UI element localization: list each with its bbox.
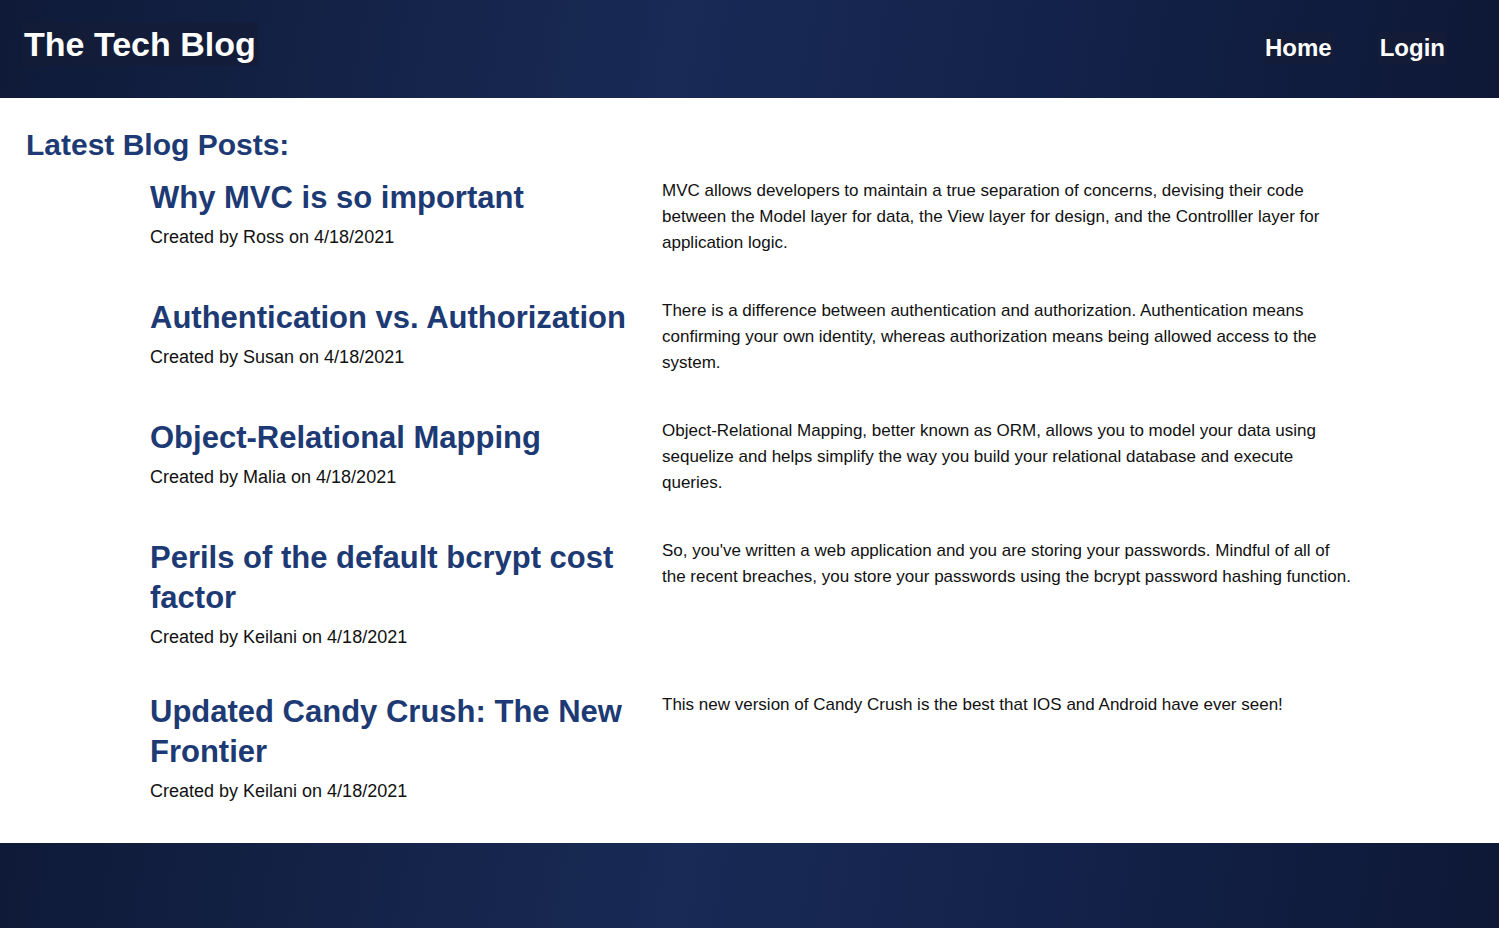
nav-bar: Home Login — [1263, 22, 1447, 64]
post-header: Updated Candy Crush: The New Frontier Cre… — [150, 692, 640, 804]
post-item: Why MVC is so important Created by Ross o… — [150, 178, 1473, 256]
post-item: Authentication vs. Authorization Created … — [150, 298, 1473, 376]
post-title[interactable]: Why MVC is so important — [150, 178, 640, 218]
nav-link[interactable]: Login — [1378, 32, 1447, 64]
post-body: So, you've written a web application and… — [662, 538, 1352, 590]
post-body: This new version of Candy Crush is the b… — [662, 692, 1352, 718]
post-meta: Created by Malia on 4/18/2021 — [150, 464, 640, 490]
post-title[interactable]: Updated Candy Crush: The New Frontier — [150, 692, 640, 772]
post-header: Authentication vs. Authorization Created … — [150, 298, 640, 370]
post-title[interactable]: Authentication vs. Authorization — [150, 298, 640, 338]
main-content: Latest Blog Posts: Why MVC is so importan… — [0, 98, 1499, 843]
post-header: Object-Relational Mapping Created by Mali… — [150, 418, 640, 490]
post-meta: Created by Ross on 4/18/2021 — [150, 224, 640, 250]
post-meta: Created by Keilani on 4/18/2021 — [150, 778, 640, 804]
site-title[interactable]: The Tech Blog — [22, 22, 258, 66]
post-body: There is a difference between authentica… — [662, 298, 1352, 376]
page: The Tech Blog Home Login Latest Blog Posts:… — [0, 0, 1499, 928]
post-list: Why MVC is so important Created by Ross o… — [26, 178, 1473, 804]
post-meta: Created by Keilani on 4/18/2021 — [150, 624, 640, 650]
post-body: Object-Relational Mapping, better known … — [662, 418, 1352, 496]
post-item: Object-Relational Mapping Created by Mali… — [150, 418, 1473, 496]
nav-link[interactable]: Home — [1263, 32, 1334, 64]
post-item: Perils of the default bcrypt cost factor… — [150, 538, 1473, 650]
post-header: Perils of the default bcrypt cost factor… — [150, 538, 640, 650]
post-title[interactable]: Perils of the default bcrypt cost factor — [150, 538, 640, 618]
post-title[interactable]: Object-Relational Mapping — [150, 418, 640, 458]
site-header: The Tech Blog Home Login — [0, 0, 1499, 98]
post-body: MVC allows developers to maintain a true… — [662, 178, 1352, 256]
post-header: Why MVC is so important Created by Ross o… — [150, 178, 640, 250]
post-item: Updated Candy Crush: The New Frontier Cre… — [150, 692, 1473, 804]
section-heading: Latest Blog Posts: — [26, 126, 1473, 164]
post-meta: Created by Susan on 4/18/2021 — [150, 344, 640, 370]
site-footer — [0, 843, 1499, 928]
